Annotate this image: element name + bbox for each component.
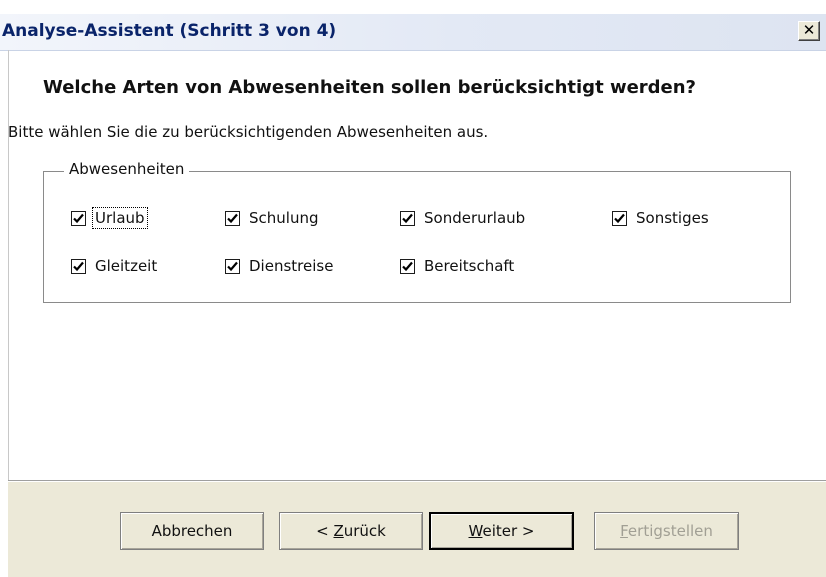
button-label-rest: ertigstellen [627,522,713,540]
checkbox-schulung[interactable]: Schulung [225,207,320,229]
checkbox-label: Urlaub [92,207,148,229]
page-heading: Welche Arten von Abwesenheiten sollen be… [43,77,697,98]
next-button[interactable]: Weiter > [429,512,574,550]
close-icon: ✕ [802,21,816,39]
checkbox-checked-icon[interactable] [400,258,415,274]
checkbox-label: Sonstiges [636,209,709,227]
checkbox-label: Dienstreise [249,257,334,275]
checkbox-bereitschaft[interactable]: Bereitschaft [400,255,515,277]
button-label: Abbrechen [151,522,233,540]
checkbox-checked-icon[interactable] [400,210,415,226]
button-label-rest: eiter > [482,522,535,540]
checkbox-dienstreise[interactable]: Dienstreise [225,255,334,277]
groupbox-legend: Abwesenheiten [64,160,190,178]
checkbox-label: Schulung [249,209,319,227]
checkbox-checked-icon[interactable] [225,210,240,226]
instruction-text: Bitte wählen Sie die zu berücksichtigend… [8,123,489,141]
button-label-rest: urück [343,522,386,540]
back-button[interactable]: < Zurück [279,512,423,550]
checkbox-checked-icon[interactable] [612,210,627,226]
finish-button[interactable]: Fertigstellen [594,512,739,550]
checkbox-label: Bereitschaft [424,257,515,275]
wizard-window: Analyse-Assistent (Schritt 3 von 4) ✕ We… [0,0,826,577]
checkbox-sonderurlaub[interactable]: Sonderurlaub [400,207,526,229]
checkbox-checked-icon[interactable] [225,258,240,274]
checkbox-checked-icon[interactable] [71,258,86,274]
button-mnemonic: W [468,522,483,540]
title-bar[interactable]: Analyse-Assistent (Schritt 3 von 4) ✕ [0,14,826,51]
checkbox-label: Sonderurlaub [424,209,526,227]
window-frame-left [8,50,9,480]
button-mnemonic: Z [333,522,344,540]
checkbox-label: Gleitzeit [95,257,158,275]
close-button[interactable]: ✕ [798,21,820,41]
checkbox-urlaub[interactable]: Urlaub [71,207,148,229]
checkbox-sonstiges[interactable]: Sonstiges [612,207,710,229]
window-title: Analyse-Assistent (Schritt 3 von 4) [2,21,337,41]
absences-groupbox [43,171,791,303]
cancel-button[interactable]: Abbrechen [120,512,264,550]
button-mnemonic: F [620,522,628,540]
button-label-prefix: < [316,522,334,540]
checkbox-checked-icon[interactable] [71,210,86,226]
checkbox-gleitzeit[interactable]: Gleitzeit [71,255,158,277]
